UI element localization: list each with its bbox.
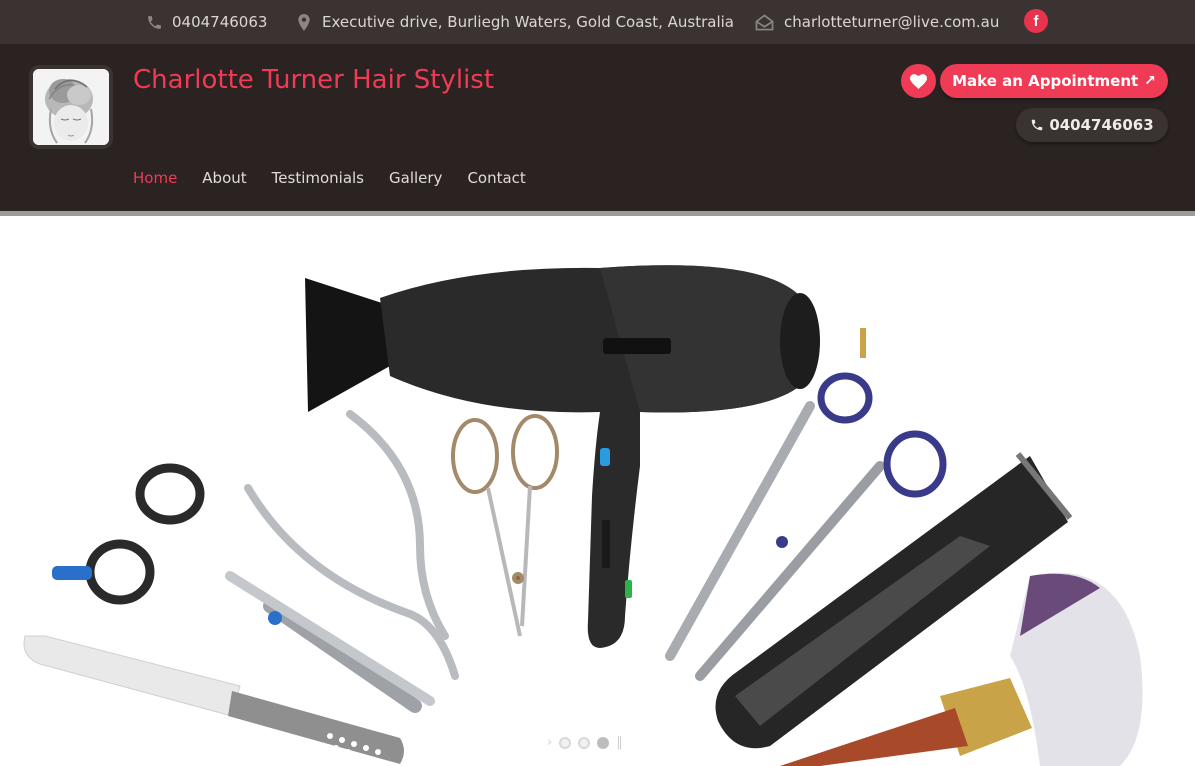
slider-controls: › ‖ bbox=[547, 736, 623, 749]
cuticle-nipper-illustration bbox=[244, 410, 459, 680]
topbar-email[interactable]: charlotteturner@live.com.au bbox=[755, 0, 999, 44]
site-title[interactable]: Charlotte Turner Hair Stylist bbox=[133, 65, 494, 95]
topbar-address-text: Executive drive, Burliegh Waters, Gold C… bbox=[322, 13, 734, 31]
hero-slider: › ‖ bbox=[0, 216, 1195, 766]
slider-dot-3[interactable] bbox=[597, 737, 610, 749]
topbar-phone-text: 0404746063 bbox=[172, 13, 268, 31]
nav-item-testimonials[interactable]: Testimonials bbox=[272, 169, 364, 187]
map-pin-icon bbox=[298, 13, 310, 31]
nav-item-home[interactable]: Home bbox=[133, 169, 177, 187]
topbar-address: Executive drive, Burliegh Waters, Gold C… bbox=[298, 0, 734, 44]
favorite-button[interactable] bbox=[901, 64, 936, 98]
hero-image-hair-tools bbox=[23, 265, 1143, 766]
envelope-open-icon bbox=[755, 13, 774, 30]
facebook-icon[interactable]: f bbox=[1024, 9, 1048, 33]
slider-prev-control[interactable]: › bbox=[547, 736, 552, 749]
top-info-bar: 0404746063 Executive drive, Burliegh Wat… bbox=[0, 0, 1195, 44]
slider-dot-1[interactable] bbox=[559, 737, 572, 749]
external-arrow-icon: ↗ bbox=[1144, 73, 1156, 89]
phone-icon bbox=[1032, 119, 1043, 131]
call-button-label: 0404746063 bbox=[1049, 116, 1154, 134]
slider-pause-control[interactable]: ‖ bbox=[616, 736, 623, 749]
nav-item-gallery[interactable]: Gallery bbox=[389, 169, 442, 187]
make-appointment-label: Make an Appointment bbox=[952, 72, 1139, 90]
call-button[interactable]: 0404746063 bbox=[1016, 108, 1168, 142]
nav-item-about[interactable]: About bbox=[202, 169, 246, 187]
nail-scissors-illustration bbox=[451, 414, 559, 637]
logo-image bbox=[33, 69, 109, 145]
logo[interactable] bbox=[29, 65, 113, 149]
topbar-email-text: charlotteturner@live.com.au bbox=[784, 13, 1000, 31]
heart-icon bbox=[910, 73, 927, 89]
slider-dot-2[interactable] bbox=[578, 737, 591, 749]
hair-dryer-illustration bbox=[305, 265, 820, 648]
site-header: Charlotte Turner Hair Stylist Make an Ap… bbox=[0, 44, 1195, 212]
make-appointment-button[interactable]: Make an Appointment ↗ bbox=[940, 64, 1168, 98]
nav-item-contact[interactable]: Contact bbox=[467, 169, 525, 187]
phone-icon bbox=[148, 15, 161, 29]
main-nav: Home About Testimonials Gallery Contact bbox=[133, 169, 551, 187]
topbar-phone[interactable]: 0404746063 bbox=[146, 0, 267, 44]
